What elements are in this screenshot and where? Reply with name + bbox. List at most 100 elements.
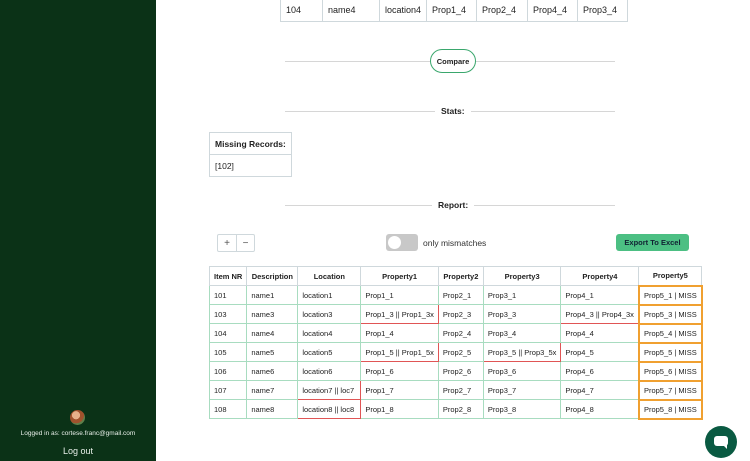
table-cell: 103 xyxy=(208,304,248,324)
table-cell: 106 xyxy=(208,361,248,381)
column-header: Property4 xyxy=(560,266,640,286)
table-cell: name1 xyxy=(246,285,299,305)
table-cell: name7 xyxy=(246,380,299,400)
table-cell: Prop4_8 xyxy=(560,399,640,419)
table-cell: Prop5_6 | MISS xyxy=(637,360,703,382)
table-cell: Prop4_5 xyxy=(560,342,640,362)
table-row: 101 name1 location1 Prop1_1 Prop2_1 Prop3_1 Pr… xyxy=(208,284,703,306)
chat-bubble-tail xyxy=(722,444,727,449)
only-mismatches-toggle[interactable] xyxy=(386,234,418,251)
table-cell: name5 xyxy=(246,342,299,362)
table-cell: Prop5_4 | MISS xyxy=(637,322,703,344)
chat-launcher-button[interactable] xyxy=(705,426,737,458)
table-cell: name4 xyxy=(322,0,380,22)
stats-table: Missing Records: [102] xyxy=(209,132,292,177)
table-cell: Prop2_3 xyxy=(437,304,484,324)
table-cell: location3 xyxy=(297,304,362,324)
table-cell: Prop3_6 xyxy=(482,361,562,381)
table-cell: Prop4_4 xyxy=(527,0,579,22)
table-cell: Prop3_1 xyxy=(482,285,562,305)
table-cell: Prop3_4 xyxy=(482,323,562,343)
table-row: 108 name8 location8 || loc8 Prop1_8 Prop2_8 P… xyxy=(208,398,703,420)
toggle-knob xyxy=(388,236,401,249)
table-cell: Prop5_1 | MISS xyxy=(637,284,703,306)
table-row: 103 name3 location3 Prop1_3 || Prop1_3x Prop… xyxy=(208,303,703,325)
stats-heading: Stats: xyxy=(435,106,471,116)
column-header: Property1 xyxy=(360,266,439,286)
table-cell: 107 xyxy=(208,380,248,400)
report-heading: Report: xyxy=(432,200,475,210)
zoom-in-button[interactable]: + xyxy=(218,235,236,251)
table-cell: Prop1_8 xyxy=(360,399,439,419)
table-cell: location1 xyxy=(297,285,362,305)
zoom-controls: + − xyxy=(217,234,255,252)
table-cell: Prop2_5 xyxy=(437,342,484,362)
table-cell: Prop4_6 xyxy=(560,361,640,381)
column-header: Item NR xyxy=(208,266,248,286)
table-cell: location4 xyxy=(378,0,428,22)
table-cell: Prop3_8 xyxy=(482,399,562,419)
table-cell: Prop2_4 xyxy=(437,323,484,343)
table-cell: location7 || loc7 xyxy=(297,380,362,400)
table-cell: Prop5_8 | MISS xyxy=(637,398,703,420)
table-row: 107 name7 location7 || loc7 Prop1_7 Prop2_7 P… xyxy=(208,379,703,401)
table-cell: location5 xyxy=(297,342,362,362)
table-cell: Prop1_3 || Prop1_3x xyxy=(360,304,439,324)
table-cell: 105 xyxy=(208,342,248,362)
table-cell: Prop2_1 xyxy=(437,285,484,305)
export-to-excel-button[interactable]: Export To Excel xyxy=(616,234,689,251)
logged-in-text: Logged in as: cortese.franc@gmail.com xyxy=(20,430,136,437)
table-cell: Prop3_4 xyxy=(577,0,629,22)
table-cell: Prop4_4 xyxy=(560,323,640,343)
source-table-partial: 104 name4 location4 Prop1_4 Prop2_4 Prop… xyxy=(280,0,629,22)
table-row: 105 name5 location5 Prop1_5 || Prop1_5x Prop… xyxy=(208,341,703,363)
table-cell: name8 xyxy=(246,399,299,419)
table-cell: name6 xyxy=(246,361,299,381)
table-cell: Prop4_7 xyxy=(560,380,640,400)
column-header: Property5 xyxy=(638,266,703,286)
table-cell: name4 xyxy=(246,323,299,343)
sidebar: Logged in as: cortese.franc@gmail.com Lo… xyxy=(0,0,156,461)
column-header: Description xyxy=(246,266,299,286)
table-cell: location6 xyxy=(297,361,362,381)
logout-button[interactable]: Log out xyxy=(0,446,156,456)
table-cell: Prop3_7 xyxy=(482,380,562,400)
missing-records-header: Missing Records: xyxy=(209,132,292,155)
table-cell: location4 xyxy=(297,323,362,343)
table-cell: Prop2_8 xyxy=(437,399,484,419)
table-cell: 104 xyxy=(208,323,248,343)
table-cell: Prop2_4 xyxy=(476,0,529,22)
report-table: Item NR Description Location Property1 P… xyxy=(208,266,703,420)
table-cell: 108 xyxy=(208,399,248,419)
table-cell: Prop5_3 | MISS xyxy=(637,303,703,325)
table-cell: Prop1_5 || Prop1_5x xyxy=(360,342,439,362)
column-header: Location xyxy=(297,266,362,286)
missing-records-value: [102] xyxy=(209,154,292,177)
table-cell: Prop1_7 xyxy=(360,380,439,400)
table-cell: 101 xyxy=(208,285,248,305)
table-row: 104 name4 location4 Prop1_4 Prop2_4 Prop… xyxy=(280,0,629,22)
table-cell: Prop1_4 xyxy=(360,323,439,343)
avatar[interactable] xyxy=(70,410,85,425)
table-cell: Prop2_6 xyxy=(437,361,484,381)
table-cell: Prop5_7 | MISS xyxy=(637,379,703,401)
table-cell: Prop1_6 xyxy=(360,361,439,381)
table-cell: Prop1_1 xyxy=(360,285,439,305)
only-mismatches-label: only mismatches xyxy=(423,238,487,248)
column-header: Property3 xyxy=(482,266,562,286)
zoom-out-button[interactable]: − xyxy=(236,235,254,251)
table-cell: Prop4_1 xyxy=(560,285,640,305)
table-row: 104 name4 location4 Prop1_4 Prop2_4 Prop3_4 Pr… xyxy=(208,322,703,344)
table-row: 106 name6 location6 Prop1_6 Prop2_6 Prop3_6 Pr… xyxy=(208,360,703,382)
table-cell: Prop1_4 xyxy=(426,0,478,22)
table-cell: Prop4_3 || Prop4_3x xyxy=(560,304,640,324)
compare-button[interactable]: Compare xyxy=(430,49,476,73)
table-cell: Prop3_5 || Prop3_5x xyxy=(482,342,562,362)
column-header: Property2 xyxy=(437,266,484,286)
table-cell: Prop3_3 xyxy=(482,304,562,324)
table-header-row: Item NR Description Location Property1 P… xyxy=(208,266,703,286)
table-cell: Prop5_5 | MISS xyxy=(637,341,703,363)
table-cell: location8 || loc8 xyxy=(297,399,362,419)
table-cell: name3 xyxy=(246,304,299,324)
table-cell: 104 xyxy=(280,0,323,22)
